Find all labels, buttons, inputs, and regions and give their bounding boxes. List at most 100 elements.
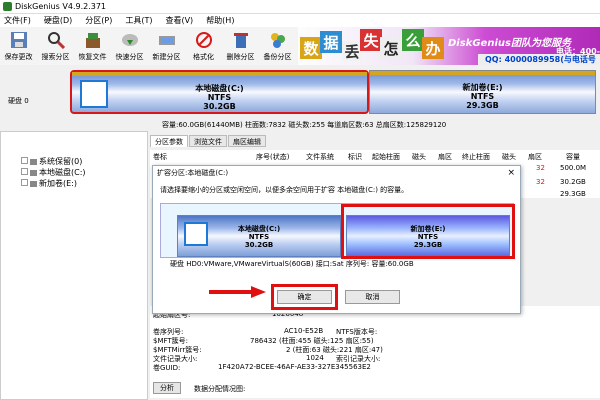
banner-tile-2: 据 — [320, 31, 342, 53]
cell-sector: 32 — [536, 164, 545, 172]
tree-item-label: 本地磁盘(C:) — [39, 168, 86, 177]
new-partition-button[interactable]: 新建分区 — [148, 27, 185, 65]
expand-icon[interactable] — [21, 179, 28, 186]
highlight-box-partition-e — [341, 204, 515, 259]
banner-tile-3: 丢 — [342, 41, 362, 61]
delete-partition-button[interactable]: 删除分区 — [222, 27, 259, 65]
col-header: 文件系统 — [306, 153, 334, 161]
dialog-message: 请选择要缩小的分区或空闲空间，以便多余空间用于扩容 本地磁盘(C:) 的容量。 — [160, 186, 409, 194]
diskgenius-window: DiskGenius V4.9.2.371 文件(F) 硬盘(D) 分区(P) … — [0, 0, 600, 400]
delete-partition-label: 删除分区 — [226, 53, 255, 61]
save-changes-button[interactable]: 保存更改 — [0, 27, 37, 65]
cancel-button[interactable]: 取消 — [345, 290, 400, 304]
menu-help[interactable]: 帮助(H) — [206, 15, 234, 26]
recover-files-button[interactable]: 恢复文件 — [74, 27, 111, 65]
banner-tile-5: 怎 — [380, 37, 402, 59]
tab-browse-files[interactable]: 浏览文件 — [189, 135, 227, 147]
col-header: 终止柱面 — [462, 153, 490, 161]
menu-view[interactable]: 查看(V) — [165, 15, 193, 26]
format-icon — [194, 30, 214, 50]
menu-partition[interactable]: 分区(P) — [85, 15, 112, 26]
backup-partition-button[interactable]: 备份分区 — [259, 27, 296, 65]
ad-banner[interactable]: 数 据 丢 失 怎 么 办 DiskGenius团队为您服务 电话：400-00… — [298, 27, 600, 65]
window-title: DiskGenius V4.9.2.371 — [15, 2, 107, 11]
disk-tree: 系统保留(0) 本地磁盘(C:) 新加卷(E:) — [0, 131, 148, 400]
analyze-button[interactable]: 分析 — [153, 382, 181, 394]
cell-capacity: 30.2GB — [560, 178, 586, 186]
tree-item-label: 系统保留(0) — [39, 157, 83, 166]
menu-tools[interactable]: 工具(T) — [125, 15, 152, 26]
close-icon[interactable]: × — [507, 168, 515, 178]
banner-slogan: DiskGenius团队为您服务 — [448, 38, 571, 49]
menu-file[interactable]: 文件(F) — [4, 15, 31, 26]
tab-sector-edit[interactable]: 扇区编辑 — [228, 135, 266, 147]
partition-c-fs: NTFS — [207, 93, 232, 102]
cell-capacity: 29.3GB — [560, 190, 586, 198]
quick-partition-button[interactable]: 快速分区 — [111, 27, 148, 65]
col-header: 扇区 — [438, 153, 452, 161]
expand-icon[interactable] — [21, 157, 28, 164]
partition-c-size: 30.2GB — [203, 102, 236, 111]
col-header: 容量 — [566, 153, 580, 161]
partition-icon — [30, 158, 37, 165]
partition-e-fs: NTFS — [470, 92, 495, 101]
tree-item-e[interactable]: 新加卷(E:) — [21, 178, 77, 189]
col-header: 磁头 — [502, 153, 516, 161]
partition-c-name: 本地磁盘(C:) — [195, 84, 244, 93]
col-header: 序号(状态) — [256, 153, 290, 161]
banner-qq: QQ: 4000089958(与电话号 — [478, 54, 600, 65]
menu-disk[interactable]: 硬盘(D) — [44, 15, 72, 26]
partition-c-bar[interactable]: 本地磁盘(C:) NTFS 30.2GB — [70, 70, 369, 114]
windows-logo-icon — [184, 222, 208, 246]
partition-icon — [30, 180, 37, 187]
serial-value: AC10-E52B — [284, 327, 324, 335]
disk-info-line: 容量:60.0GB(61440MB) 柱面数:7832 磁头数:255 每道扇区… — [162, 121, 447, 129]
col-header: 标识 — [348, 153, 362, 161]
guid-label: 卷GUID: — [153, 364, 181, 372]
search-partition-button[interactable]: 搜索分区 — [37, 27, 74, 65]
col-header: 卷标 — [153, 153, 167, 161]
col-header: 磁头 — [412, 153, 426, 161]
cell-capacity: 500.0M — [560, 164, 587, 172]
partition-e-bar[interactable]: 新加卷(E:) NTFS 29.3GB — [369, 70, 596, 114]
title-bar: DiskGenius V4.9.2.371 — [0, 0, 600, 14]
partition-properties: 起始扇区号: 1026048 卷序列号: AC10-E52B NTFS版本号: … — [150, 306, 600, 398]
allocation-map-label: 数据分配情况图: — [194, 385, 246, 393]
recover-box-icon — [83, 30, 103, 50]
tab-strip: 分区参数 浏览文件 扇区编辑 — [150, 135, 267, 147]
partition-e-size: 29.3GB — [466, 101, 499, 110]
banner-tile-4: 失 — [360, 29, 382, 51]
red-arrow-icon — [209, 286, 266, 298]
tree-item-c[interactable]: 本地磁盘(C:) — [21, 167, 86, 178]
tree-item-label: 新加卷(E:) — [39, 179, 77, 188]
quick-disk-icon — [120, 30, 140, 50]
disk-label: 硬盘 0 — [8, 97, 29, 105]
col-header: 起始柱面 — [372, 153, 400, 161]
partition-icon — [30, 169, 37, 176]
toolbar: 保存更改 搜索分区 恢复文件 快速分区 新建分区 格式化 删除分区 备份分区 — [0, 27, 300, 65]
col-header: 扇区 — [528, 153, 542, 161]
tree-item-system-reserved[interactable]: 系统保留(0) — [21, 156, 82, 167]
expand-icon[interactable] — [21, 168, 28, 175]
format-button[interactable]: 格式化 — [185, 27, 222, 65]
dialog-title: 扩容分区:本地磁盘(C:) — [153, 166, 520, 180]
dialog-partition-c[interactable]: 本地磁盘(C:) NTFS 30.2GB — [177, 215, 341, 257]
backup-partition-label: 备份分区 — [263, 53, 292, 61]
highlight-box-ok — [271, 284, 338, 310]
file-record-value: 1024 — [306, 354, 324, 362]
new-disk-icon — [157, 30, 177, 50]
save-changes-label: 保存更改 — [4, 53, 33, 61]
dialog-disk-info: 硬盘 HD0:VMware,VMwareVirtualS(60GB) 接口:Sa… — [170, 260, 414, 268]
partition-e-name: 新加卷(E:) — [462, 83, 503, 92]
cell-sector: 32 — [536, 178, 545, 186]
search-partition-label: 搜索分区 — [41, 53, 70, 61]
menu-bar: 文件(F) 硬盘(D) 分区(P) 工具(T) 查看(V) 帮助(H) — [0, 14, 600, 27]
tab-partition-params[interactable]: 分区参数 — [150, 135, 188, 147]
banner-tile-1: 数 — [300, 37, 322, 59]
magnifier-icon — [46, 30, 66, 50]
windows-logo-icon — [80, 80, 108, 108]
banner-tile-6: 么 — [402, 29, 424, 51]
format-label: 格式化 — [193, 53, 214, 61]
delete-trash-icon — [231, 30, 251, 50]
backup-icon — [268, 30, 288, 50]
